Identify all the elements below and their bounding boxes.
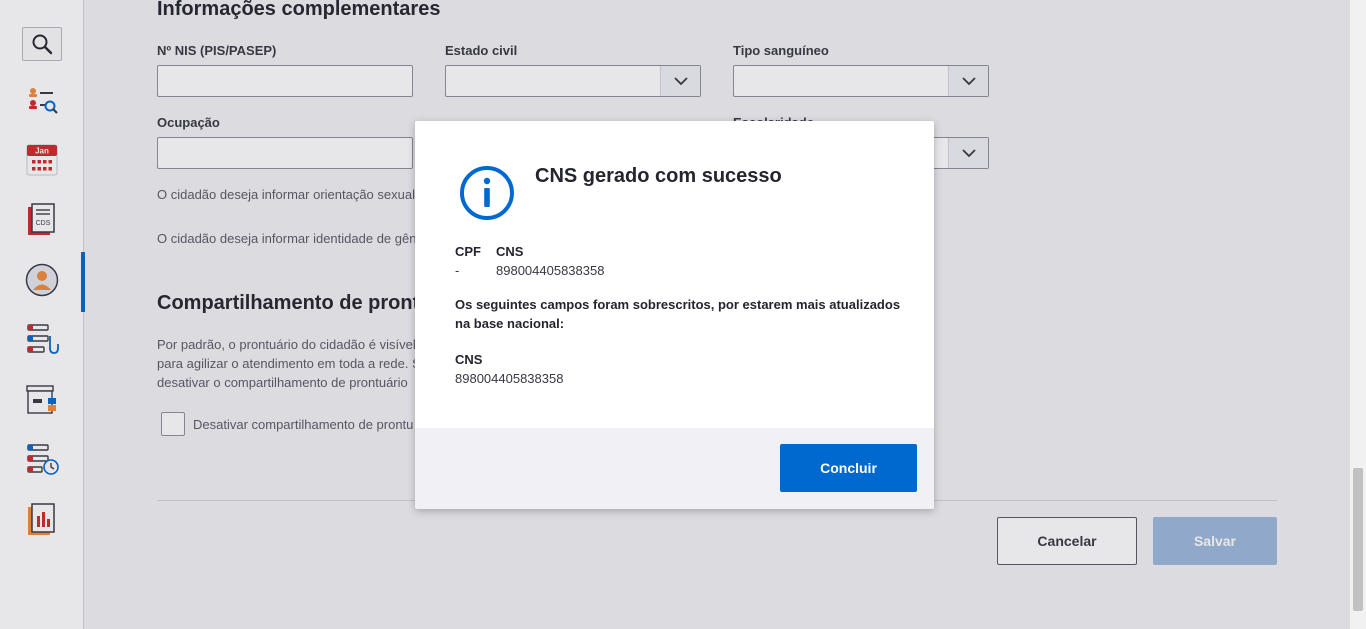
- cns-value: 898004405838358: [496, 263, 605, 278]
- cns-label: CNS: [496, 244, 524, 259]
- modal-footer: Concluir: [415, 428, 934, 509]
- cns-success-modal: CNS gerado com sucesso CPF - CNS 8980044…: [415, 121, 934, 509]
- page-scrollbar[interactable]: [1350, 0, 1366, 629]
- concluir-button[interactable]: Concluir: [780, 444, 917, 492]
- scrollbar-thumb[interactable]: [1353, 468, 1363, 611]
- info-icon: [460, 166, 514, 220]
- overwritten-field-value: 898004405838358: [455, 371, 564, 386]
- modal-title: CNS gerado com sucesso: [535, 165, 782, 187]
- cpf-value: -: [455, 263, 460, 278]
- overwritten-fields-message: Os seguintes campos foram sobrescritos, …: [455, 297, 901, 331]
- cpf-label: CPF: [455, 244, 481, 259]
- overwritten-field-label: CNS: [455, 352, 483, 367]
